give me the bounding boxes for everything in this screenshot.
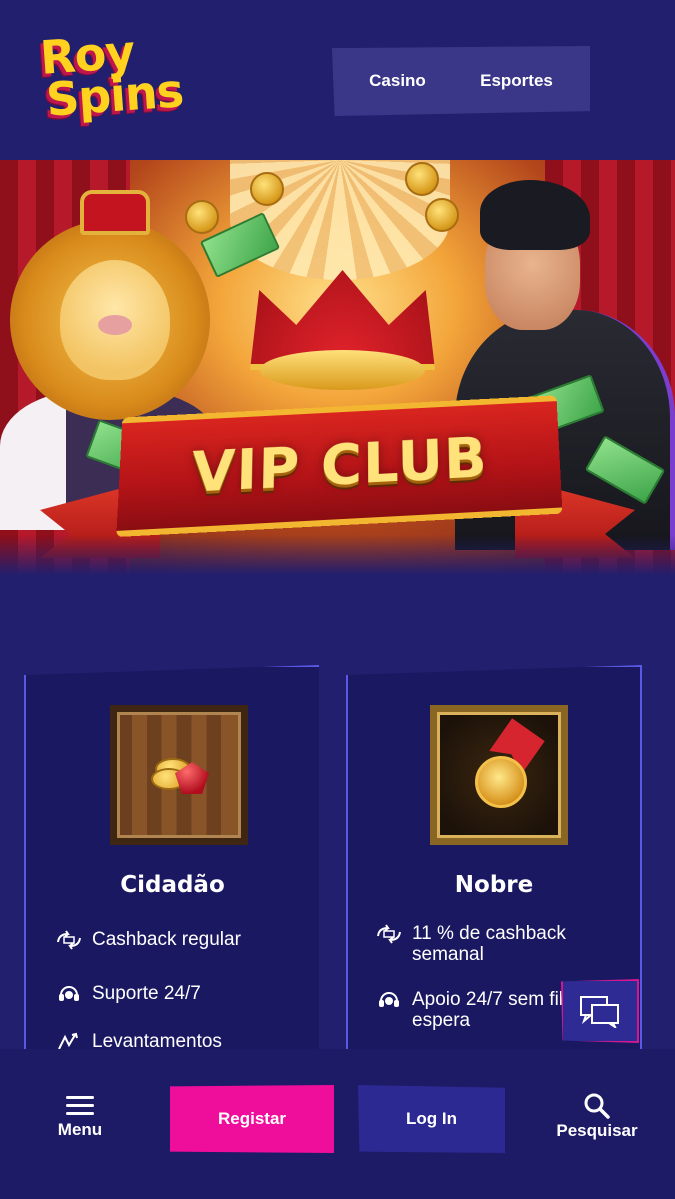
tier-card-cidadao[interactable]: Cidadão Cashback regular Suporte 24/7 Le…: [24, 665, 319, 1065]
cashback-icon: [374, 923, 404, 945]
vip-club-ribbon: VIP CLUB: [116, 395, 563, 538]
vip-club-title: VIP CLUB: [190, 425, 489, 506]
cashback-icon: [54, 929, 84, 951]
menu-label: Menu: [57, 1120, 103, 1139]
search-button[interactable]: Pesquisar: [545, 1091, 649, 1141]
live-chat-button[interactable]: [561, 979, 639, 1043]
login-button[interactable]: Log In: [358, 1085, 505, 1153]
host-hair: [480, 180, 590, 250]
register-button[interactable]: Registar: [170, 1085, 334, 1153]
bottom-navigation: Menu Pesquisar: [0, 1049, 675, 1199]
crown-base: [260, 350, 425, 390]
site-header: Roy Spins Casino Esportes: [0, 0, 675, 160]
royspins-logo[interactable]: Roy Spins: [38, 24, 240, 127]
coin-illustration: [405, 162, 439, 196]
coin-illustration: [425, 198, 459, 232]
tier-nobre-image: [430, 705, 568, 845]
vip-club-banner: VIP CLUB: [0, 160, 675, 575]
nav-esportes-link[interactable]: Esportes: [480, 71, 553, 91]
medal-icon: [475, 756, 527, 808]
coin-illustration: [250, 172, 284, 206]
perk-item: 11 % de cashback semanal: [374, 923, 592, 965]
support-icon: [54, 983, 84, 1005]
logo-word-spins: Spins: [44, 63, 185, 127]
perk-text: Suporte 24/7: [92, 983, 201, 1004]
search-icon: [584, 1093, 610, 1119]
perk-item: Cashback regular: [54, 929, 241, 951]
tier-title: Nobre: [454, 872, 534, 898]
coins-gem-icon: [151, 752, 211, 797]
chat-icon: [580, 996, 619, 1028]
crown-illustration: [250, 265, 435, 395]
lion-crown: [80, 190, 150, 235]
tier-title: Cidadão: [120, 872, 225, 898]
support-icon: [374, 989, 404, 1011]
perk-text: Cashback regular: [92, 929, 241, 950]
hamburger-icon: [66, 1091, 94, 1120]
menu-button[interactable]: Menu: [50, 1091, 110, 1140]
perk-item: Suporte 24/7: [54, 983, 201, 1005]
nav-casino-link[interactable]: Casino: [369, 71, 426, 91]
hero-fade: [0, 535, 675, 575]
top-nav: Casino Esportes: [332, 46, 590, 116]
tier-cidadao-image: [110, 705, 248, 845]
search-label: Pesquisar: [556, 1121, 638, 1140]
perk-text: 11 % de cashback semanal: [412, 923, 566, 965]
lion-nose: [98, 315, 132, 335]
